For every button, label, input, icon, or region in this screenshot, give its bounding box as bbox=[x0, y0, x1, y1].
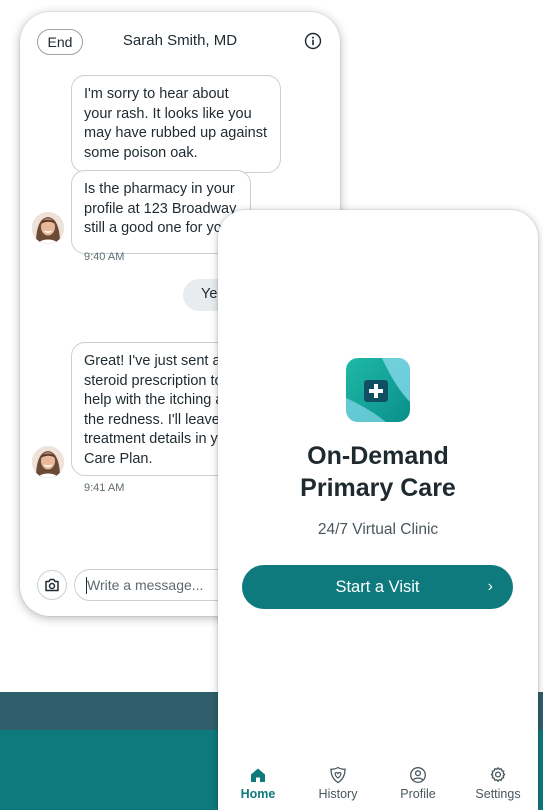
message-line: treatment details in your bbox=[84, 431, 239, 447]
text-cursor bbox=[86, 577, 87, 594]
start-visit-label: Start a Visit bbox=[335, 577, 420, 596]
tab-bar: Home History Profile Settings bbox=[218, 758, 538, 810]
tab-label: Settings bbox=[475, 787, 521, 801]
message-line: some poison oak. bbox=[84, 144, 198, 161]
app-title-line: Primary Care bbox=[300, 474, 456, 502]
message-timestamp: 9:40 AM bbox=[84, 251, 125, 263]
message-line: the redness. I'll leave bbox=[84, 411, 220, 428]
chat-title: Sarah Smith, MD bbox=[122, 32, 238, 49]
message-line: Great! I've just sent a bbox=[84, 353, 221, 369]
tab-settings[interactable]: Settings bbox=[458, 758, 538, 810]
tab-label: Home bbox=[240, 787, 276, 801]
tab-label: History bbox=[318, 787, 358, 801]
home-screen: On-Demand Primary Care 24/7 Virtual Clin… bbox=[218, 210, 538, 810]
tab-profile[interactable]: Profile bbox=[378, 758, 458, 810]
heart-shield-icon bbox=[330, 766, 346, 784]
app-subtitle: 24/7 Virtual Clinic bbox=[317, 521, 439, 538]
message-line: Care Plan. bbox=[84, 450, 153, 467]
app-logo-icon bbox=[346, 358, 410, 422]
chevron-right-icon: › bbox=[487, 578, 493, 595]
app-title: On-Demand Primary Care bbox=[218, 440, 538, 504]
doctor-avatar bbox=[32, 212, 64, 244]
message-line: your rash. It looks like you bbox=[84, 105, 252, 122]
camera-button[interactable] bbox=[37, 570, 67, 600]
tab-home[interactable]: Home bbox=[218, 758, 298, 810]
message-line: I'm sorry to hear about bbox=[84, 86, 229, 102]
message-line: may have rubbed up against bbox=[84, 125, 267, 141]
doctor-avatar bbox=[32, 446, 64, 478]
tab-history[interactable]: History bbox=[298, 758, 378, 810]
message-line: steroid prescription to bbox=[84, 372, 223, 389]
message-bubble: I'm sorry to hear about your rash. It lo… bbox=[71, 75, 281, 173]
app-title-line: On-Demand bbox=[307, 442, 449, 470]
end-button[interactable]: End bbox=[37, 29, 83, 55]
message-line: profile at 123 Broadway bbox=[84, 200, 237, 217]
message-line: still a good one for you? bbox=[84, 220, 238, 236]
message-line: help with the itching and bbox=[84, 392, 240, 408]
home-icon bbox=[251, 768, 265, 782]
gear-icon bbox=[490, 767, 506, 782]
message-timestamp: 9:41 AM bbox=[84, 482, 125, 494]
chat-header: End Sarah Smith, MD bbox=[20, 12, 340, 68]
tab-label: Profile bbox=[400, 787, 436, 801]
info-icon[interactable] bbox=[304, 32, 322, 50]
user-circle-icon bbox=[410, 767, 426, 783]
camera-icon bbox=[45, 578, 59, 592]
message-line: Is the pharmacy in your bbox=[84, 181, 235, 197]
start-visit-button[interactable]: Start a Visit › bbox=[242, 565, 513, 609]
